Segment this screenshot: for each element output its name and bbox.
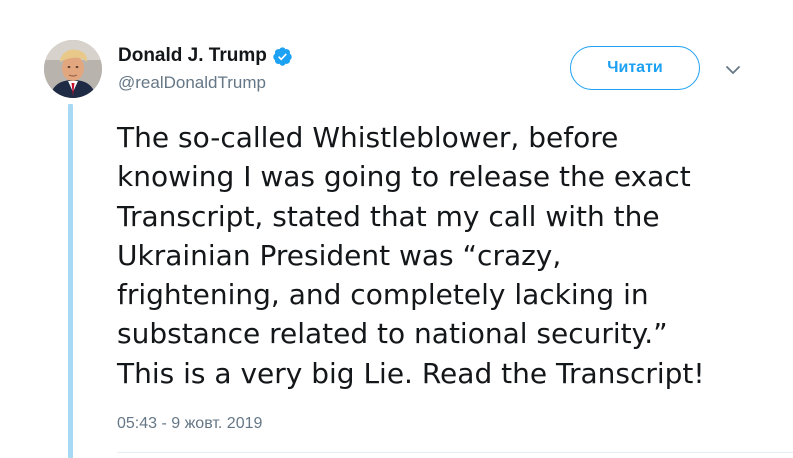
display-name[interactable]: Donald J. Trump [118,45,267,67]
chevron-down-icon[interactable] [724,64,742,76]
tweet-text-line: Transcript, stated that my call with the [117,199,660,233]
tweet-text-line: Ukrainian President was “crazy, [117,238,562,272]
tweet-text-line: The so-called Whistleblower, before [117,121,619,154]
tweet-text-line: knowing I was going to release the exact [117,160,691,194]
tweet-text-line: substance related to national security.” [117,317,668,351]
avatar[interactable] [44,40,102,98]
tweet-timestamp[interactable]: 05:43 - 9 жовт. 2019 [117,415,262,433]
tweet-text: The so-called Whistleblower, before know… [117,118,777,393]
tweet-text-line: frightening, and completely lacking in [117,278,649,312]
avatar-image [44,40,102,98]
user-handle[interactable]: @realDonaldTrump [118,73,293,93]
tweet-text-line: This is a very big Lie. Read the Transcr… [117,356,705,390]
follow-button[interactable]: Читати [570,46,700,90]
name-row: Donald J. Trump [118,44,293,68]
divider [117,452,793,453]
thread-line [68,104,73,458]
user-info[interactable]: Donald J. Trump @realDonaldTrump [118,44,293,93]
verified-badge-icon [273,46,292,66]
tweet-card: Donald J. Trump @realDonaldTrump Читати … [0,0,793,458]
